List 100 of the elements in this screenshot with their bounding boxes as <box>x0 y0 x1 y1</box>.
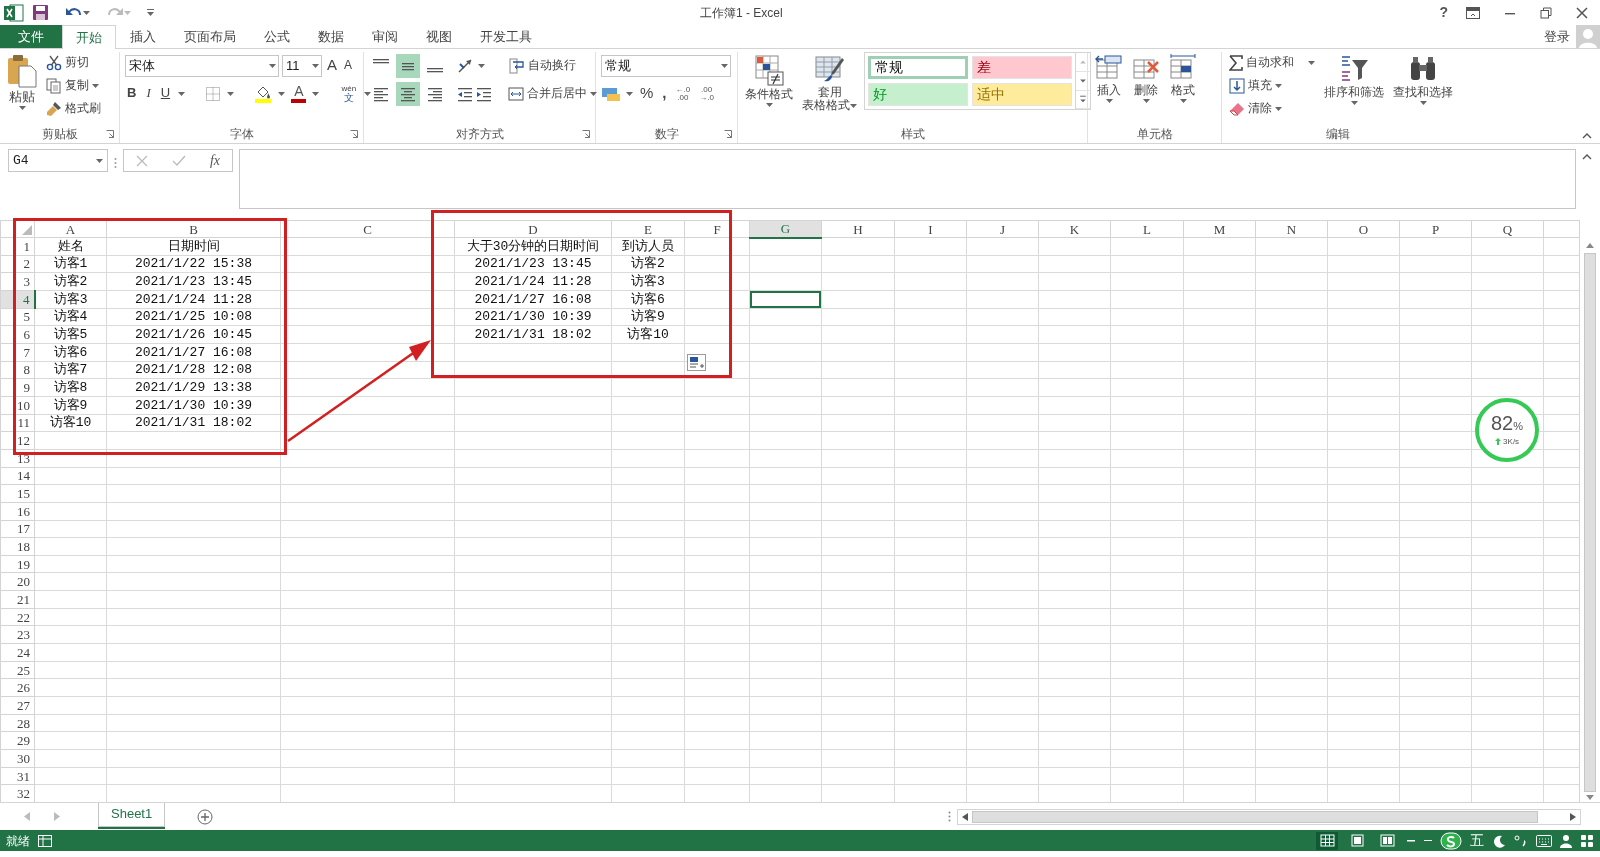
column-header[interactable]: E <box>611 220 685 238</box>
sheet-tab[interactable]: Sheet1 <box>98 802 166 827</box>
keyboard-icon[interactable] <box>1536 834 1552 847</box>
ribbon-tab[interactable]: 开始 <box>62 25 116 49</box>
scroll-left-icon[interactable] <box>962 813 968 822</box>
column-header[interactable]: J <box>966 220 1039 238</box>
cut-button[interactable]: 剪切 <box>44 52 103 74</box>
ribbon-tab[interactable]: 插入 <box>116 25 170 48</box>
ribbon-tab[interactable]: 数据 <box>304 25 358 48</box>
shrink-font-button[interactable]: A <box>342 58 355 73</box>
formula-input[interactable] <box>239 149 1576 209</box>
column-header[interactable]: M <box>1183 220 1256 238</box>
moon-icon[interactable] <box>1492 833 1506 848</box>
column-header[interactable]: D <box>454 220 612 238</box>
macro-record-icon[interactable] <box>38 834 52 847</box>
grow-font-button[interactable]: A <box>325 57 339 74</box>
percent-button[interactable]: % <box>638 85 656 102</box>
cell-style-option[interactable]: 差 <box>972 56 1072 79</box>
column-header[interactable]: P <box>1399 220 1472 238</box>
column-header[interactable]: C <box>280 220 455 238</box>
ribbon-display-icon[interactable] <box>1466 6 1480 19</box>
grid-menu-icon[interactable] <box>1580 833 1594 848</box>
decrease-decimal-button[interactable]: .00 →.0 <box>697 85 716 102</box>
autosum-button[interactable]: 自动求和 <box>1227 52 1317 74</box>
ribbon-tab[interactable]: 公式 <box>250 25 304 48</box>
collapse-ribbon-icon[interactable] <box>1582 132 1592 139</box>
selected-cell[interactable] <box>749 290 822 309</box>
orientation-icon[interactable] <box>457 57 475 74</box>
conditional-format-button[interactable]: 条件格式 <box>743 52 795 122</box>
column-header[interactable]: I <box>894 220 967 238</box>
phonetic-button[interactable]: wén 文 <box>339 84 359 103</box>
dialog-launcher-icon[interactable] <box>724 130 732 138</box>
merge-center-button[interactable]: 合并后居中 <box>506 85 599 102</box>
decrease-indent-icon[interactable] <box>457 85 473 102</box>
column-header[interactable]: H <box>821 220 895 238</box>
clear-button[interactable]: 清除 <box>1227 98 1317 120</box>
add-sheet-icon[interactable] <box>197 808 214 825</box>
ribbon-tab[interactable]: 页面布局 <box>170 25 250 48</box>
name-box[interactable]: G4 <box>8 149 108 172</box>
punctuation-icon[interactable] <box>1514 833 1528 848</box>
comma-button[interactable]: , <box>660 85 669 102</box>
close-icon[interactable] <box>1576 6 1588 19</box>
increase-indent-icon[interactable] <box>476 85 492 102</box>
cell-style-option[interactable]: 适中 <box>972 83 1072 106</box>
italic-button[interactable]: I <box>144 86 153 101</box>
paste-options-icon[interactable] <box>687 354 706 372</box>
font-color-button[interactable]: A <box>291 83 307 104</box>
input-mode-indicator[interactable]: 五 <box>1470 830 1484 851</box>
center-align-button[interactable] <box>396 81 420 106</box>
sigma-icon <box>1229 55 1243 71</box>
format-painter-button[interactable]: 格式刷 <box>44 98 103 120</box>
insert-function-button[interactable]: fx <box>209 150 220 171</box>
customize-icon[interactable] <box>147 8 155 17</box>
copy-button[interactable]: 复制 <box>44 75 103 97</box>
format-as-table-button[interactable]: 套用 表格格式 <box>800 52 859 122</box>
font-size-field[interactable]: 11 <box>282 54 322 77</box>
column-header[interactable]: Q <box>1471 220 1544 238</box>
scroll-right-icon[interactable] <box>1570 813 1576 822</box>
dialog-launcher-icon[interactable] <box>582 130 590 138</box>
dialog-launcher-icon[interactable] <box>106 130 114 138</box>
paste-button[interactable]: 粘贴 <box>5 52 39 122</box>
ribbon-tab[interactable]: 视图 <box>412 25 466 48</box>
fill-button[interactable]: 填充 <box>1227 75 1317 97</box>
column-header[interactable]: F <box>684 220 750 238</box>
fill-color-icon[interactable] <box>254 84 273 103</box>
currency-icon[interactable] <box>601 85 621 102</box>
delete-cells-button[interactable]: 删除 <box>1130 52 1162 122</box>
sogou-logo-icon[interactable] <box>1440 831 1462 850</box>
column-header[interactable]: L <box>1110 220 1184 238</box>
column-header[interactable]: K <box>1038 220 1111 238</box>
window-title: 工作簿1 - Excel <box>699 5 783 20</box>
column-header[interactable]: N <box>1255 220 1328 238</box>
normal-view-button[interactable] <box>1316 831 1338 850</box>
sign-in-link[interactable]: 登录 <box>1544 26 1570 47</box>
ribbon-tab[interactable]: 审阅 <box>358 25 412 48</box>
column-header[interactable]: G <box>749 220 822 238</box>
check-icon[interactable] <box>171 154 186 167</box>
help-button[interactable]: ? <box>1437 4 1450 21</box>
scrollbar-thumb[interactable] <box>1584 252 1596 793</box>
insert-cells-button[interactable]: 插入 <box>1093 52 1125 122</box>
font-name-field[interactable]: 宋体 <box>125 54 279 77</box>
save-icon[interactable] <box>32 4 49 21</box>
ribbon-tab[interactable]: 开发工具 <box>466 25 546 48</box>
middle-align-button[interactable] <box>396 53 420 78</box>
number-format-field[interactable]: 常规 <box>601 54 731 77</box>
underline-button[interactable]: U <box>158 86 173 101</box>
sort-filter-button[interactable]: 排序和筛选 <box>1322 52 1386 122</box>
restore-icon[interactable] <box>1540 6 1552 19</box>
scrollbar-thumb[interactable] <box>972 810 1538 823</box>
increase-decimal-button[interactable]: ←.0 .00 <box>673 85 693 102</box>
format-cells-button[interactable]: 格式 <box>1167 52 1199 122</box>
cell-style-option[interactable]: 常规 <box>868 56 968 79</box>
file-tab[interactable]: 文件 <box>0 25 62 48</box>
bold-button[interactable]: B <box>125 86 139 101</box>
dialog-launcher-icon[interactable] <box>350 130 358 138</box>
collapse-formula-icon[interactable] <box>1582 153 1592 160</box>
column-header[interactable]: O <box>1327 220 1400 238</box>
wrap-text-button[interactable]: 自动换行 <box>507 57 578 74</box>
person-icon[interactable] <box>1560 833 1572 848</box>
find-select-button[interactable]: 查找和选择 <box>1391 52 1455 122</box>
